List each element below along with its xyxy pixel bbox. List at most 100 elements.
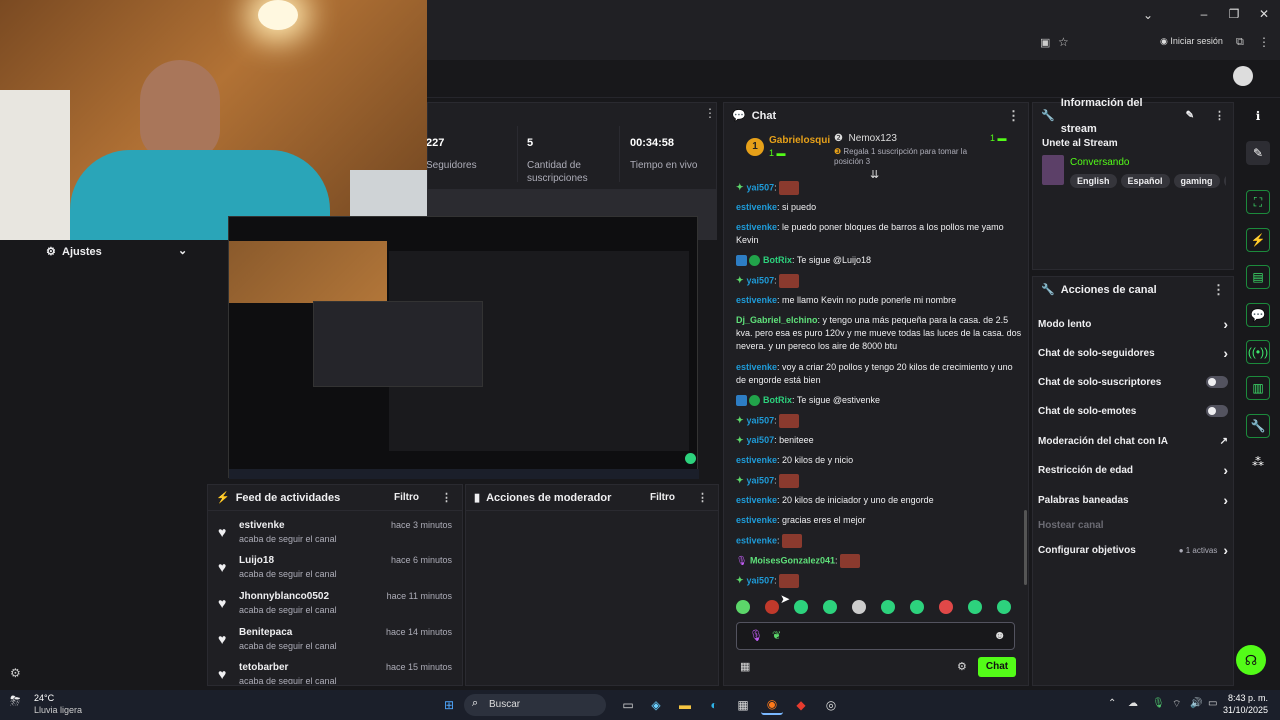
toggle-switch[interactable] (1206, 376, 1228, 388)
leaderboard-leader[interactable]: Gabrielosqui (769, 135, 830, 146)
obs-icon[interactable]: ◎ (820, 695, 842, 715)
emote-icon[interactable] (765, 600, 779, 614)
copilot-icon[interactable]: ◈ (645, 695, 667, 715)
chat-settings-icon[interactable]: ⚙ (957, 660, 967, 673)
signin-button[interactable]: ◉ Iniciar sesión (1160, 36, 1223, 47)
pin-icon[interactable]: ⇊ (870, 168, 879, 181)
avatar[interactable] (1233, 66, 1253, 86)
emote-icon[interactable] (794, 600, 808, 614)
settings-nav-item[interactable]: ⚙ Ajustes ⌄ (46, 245, 187, 258)
toggle-switch[interactable] (1206, 405, 1228, 417)
chat-username[interactable]: yai507 (747, 275, 775, 285)
list-item[interactable]: ♥ Jhonnyblanco0502 acaba de seguir el cana… (215, 591, 455, 625)
taskbar-search[interactable]: ⌕ Buscar (464, 694, 606, 716)
store-icon[interactable]: ▦ (732, 695, 754, 715)
lightning-icon[interactable]: ⚡ (1246, 228, 1270, 252)
settings-icon[interactable]: ⚙ (10, 666, 21, 680)
edge-icon[interactable]: ◐ (703, 695, 725, 715)
channel-action-item[interactable]: Moderación del chat con IA ↗ (1038, 431, 1228, 451)
channel-action-item[interactable]: Restricción de edad › (1038, 460, 1228, 480)
stats-kebab-icon[interactable]: ⋮ (704, 106, 716, 120)
chat-username[interactable]: estivenke (736, 295, 777, 305)
star-icon[interactable]: ☆ (1058, 35, 1069, 49)
list-item[interactable]: ♥ estivenke acaba de seguir el canal hace 3… (215, 520, 455, 554)
channel-action-item[interactable]: Configurar objetivos ● 1 activas › (1038, 540, 1228, 560)
menu-icon[interactable]: ⋮ (1258, 35, 1270, 49)
volume-icon[interactable]: 🔊 (1190, 698, 1202, 709)
emote-icon[interactable] (997, 600, 1011, 614)
emote-icon[interactable] (736, 600, 750, 614)
channel-actions-kebab-icon[interactable]: ⋮ (1212, 277, 1225, 303)
emote-icon[interactable] (852, 600, 866, 614)
clock-date[interactable]: 31/10/2025 (1222, 705, 1268, 715)
maximize-icon[interactable]: ❐ (1224, 7, 1244, 23)
task-view-icon[interactable]: ▭ (617, 695, 639, 715)
list-item[interactable]: ♥ Luijo18 acaba de seguir el canal hace 6 m… (215, 555, 455, 589)
channel-action-item[interactable]: Modo lento › (1038, 314, 1228, 334)
chevron-down-icon[interactable]: ⌄ (1138, 8, 1158, 24)
tool-icon[interactable]: 🔧 (1246, 414, 1270, 438)
mod-filter-button[interactable]: Filtro (650, 485, 675, 511)
chat-username[interactable]: BotRix (763, 395, 792, 405)
stream-tag[interactable]: English (1070, 174, 1117, 188)
app-red-icon[interactable]: ◆ (790, 695, 812, 715)
emote-icon[interactable] (968, 600, 982, 614)
mic-tray-icon[interactable]: 🎙 (1152, 698, 1165, 709)
gift-shop-icon[interactable]: ▦ (740, 660, 750, 673)
chat-username[interactable]: yai507 (747, 435, 775, 445)
stream-tag[interactable]: gaming (1173, 174, 1220, 188)
stream-category[interactable]: Conversando (1070, 157, 1129, 168)
chat-username[interactable]: estivenke (736, 495, 777, 505)
stream-tag[interactable]: gra (1223, 174, 1226, 188)
chat-username[interactable]: estivenke (736, 362, 777, 372)
activity-filter-button[interactable]: Filtro (394, 485, 419, 511)
tray-chevron-icon[interactable]: ⌃ (1108, 698, 1116, 709)
channel-action-item[interactable]: Palabras baneadas › (1038, 490, 1228, 510)
chat-scrollbar[interactable] (1024, 510, 1027, 585)
mod-kebab-icon[interactable]: ⋮ (697, 485, 708, 511)
help-headset-icon[interactable]: ☊ (1236, 645, 1266, 675)
mic-icon[interactable]: 🎙 (749, 629, 763, 642)
list-item[interactable]: ♥ Benitepaca acaba de seguir el canal hace … (215, 627, 455, 661)
channel-action-item[interactable]: Chat de solo-seguidores › (1038, 343, 1228, 363)
edit-pencil-icon[interactable]: ✎ (1186, 103, 1194, 129)
pencil-icon[interactable]: ✎ (1246, 141, 1270, 165)
chat-username[interactable]: yai507 (747, 575, 775, 585)
screenshot-icon[interactable]: ▣ (1040, 36, 1050, 49)
info-icon[interactable]: ℹ (1246, 104, 1270, 128)
chat-username[interactable]: estivenke (736, 202, 777, 212)
chat-username[interactable]: yai507 (747, 415, 775, 425)
chat-username[interactable]: estivenke (736, 222, 777, 232)
layout-icon[interactable]: ▥ (1246, 376, 1270, 400)
wifi-icon[interactable]: ⌔ (1172, 698, 1181, 711)
document-icon[interactable]: ▤ (1246, 265, 1270, 289)
gift-row[interactable]: ❷ Nemox123 (834, 133, 897, 144)
chat-bubble-icon[interactable]: 💬 (1246, 303, 1270, 327)
chat-send-button[interactable]: Chat (978, 657, 1016, 677)
chat-username[interactable]: MoisesGonzalez041 (750, 555, 835, 565)
broadcast-icon[interactable]: ((•)) (1246, 340, 1270, 364)
chat-input[interactable]: 🎙 ❦ ☻ (736, 622, 1015, 650)
chat-username[interactable]: estivenke (736, 535, 777, 545)
minimize-icon[interactable]: – (1194, 7, 1214, 23)
chat-username[interactable]: Dj_Gabriel_elchino (736, 315, 818, 325)
cloud-icon[interactable]: ☁ (1128, 698, 1138, 709)
emote-icon[interactable] (939, 600, 953, 614)
channel-action-item[interactable]: Chat de solo-suscriptores (1038, 372, 1228, 392)
extensions-icon[interactable]: ⧉ (1236, 36, 1244, 49)
emoji-picker-icon[interactable]: ☻ (993, 628, 1006, 642)
expand-icon[interactable]: ⛶ (1246, 190, 1270, 214)
battery-icon[interactable]: ▭ (1208, 698, 1217, 709)
emote-icon[interactable] (881, 600, 895, 614)
apps-icon[interactable]: ⁂ (1246, 450, 1270, 474)
chat-username[interactable]: yai507 (747, 182, 775, 192)
chat-username[interactable]: estivenke (736, 455, 777, 465)
stream-info-kebab-icon[interactable]: ⋮ (1214, 103, 1225, 129)
activity-kebab-icon[interactable]: ⋮ (441, 485, 452, 511)
emote-icon[interactable] (910, 600, 924, 614)
stream-tag[interactable]: Español (1120, 174, 1170, 188)
chat-username[interactable]: estivenke (736, 515, 777, 525)
firefox-icon[interactable]: ◉ (761, 695, 783, 715)
chat-kebab-icon[interactable]: ⋮ (1007, 103, 1020, 129)
channel-action-item[interactable]: Chat de solo-emotes (1038, 401, 1228, 421)
